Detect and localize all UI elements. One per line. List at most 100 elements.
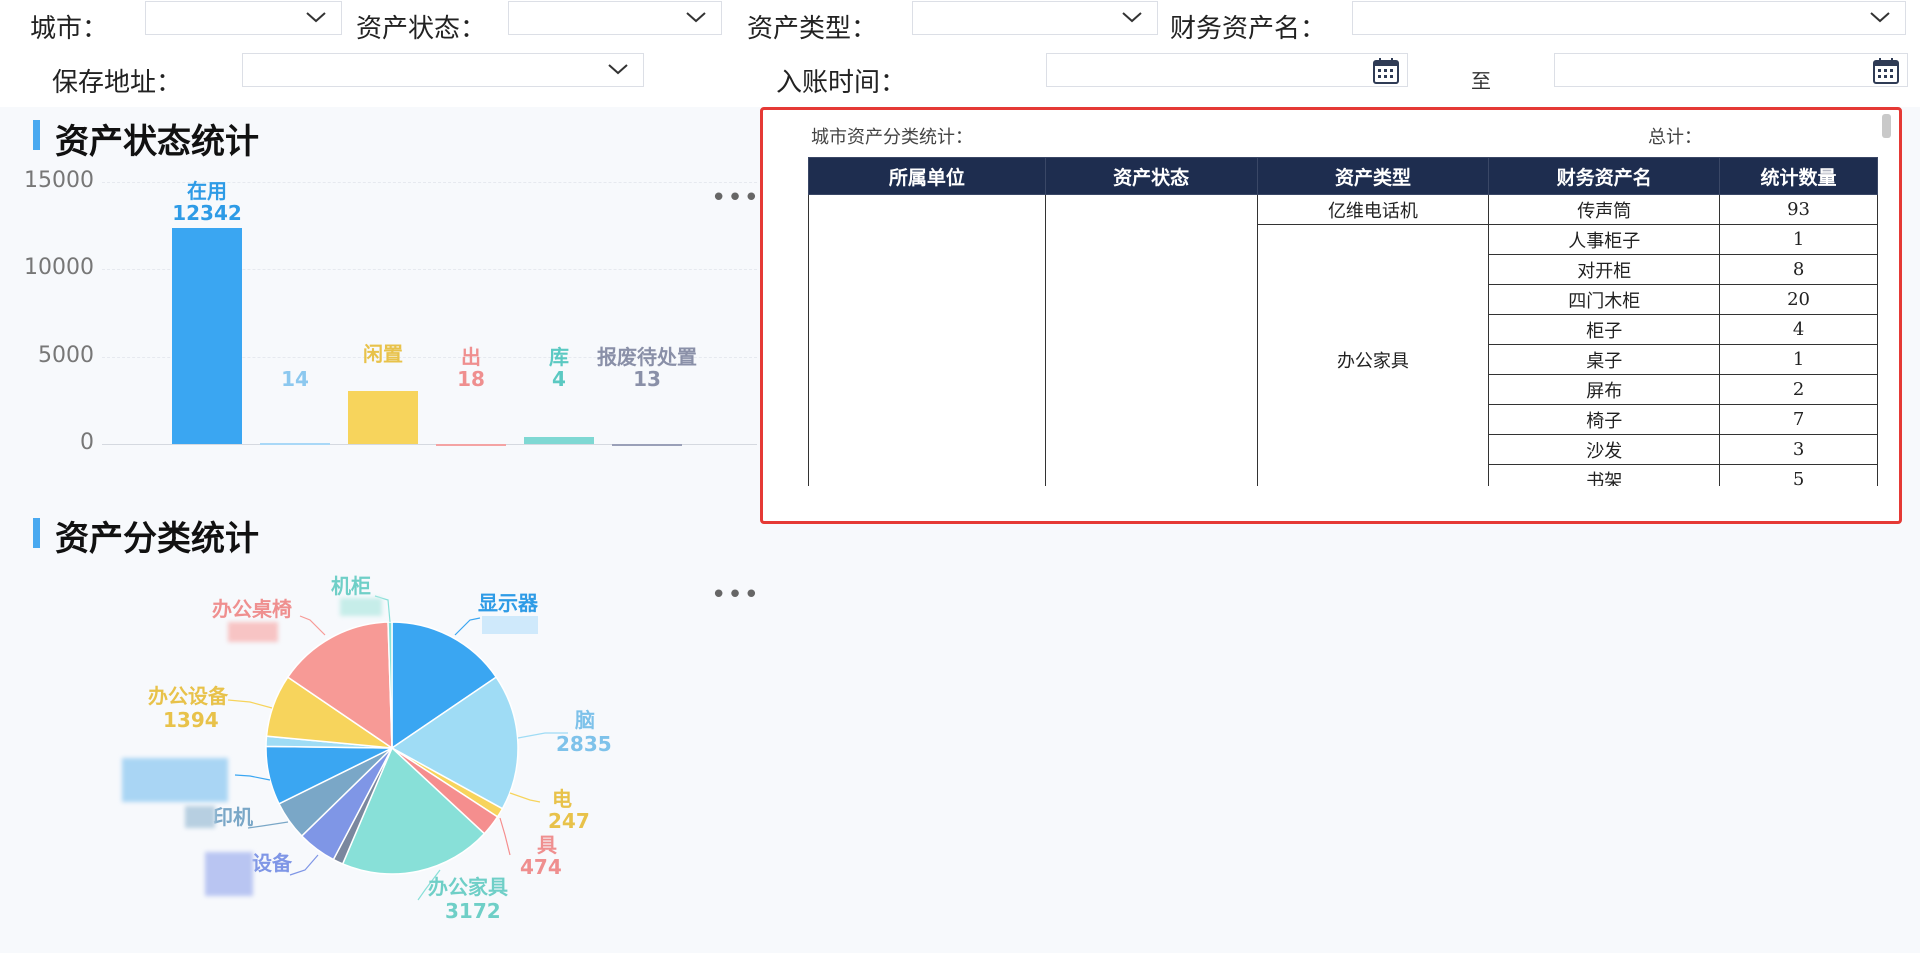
count-cell: 7	[1719, 404, 1878, 435]
total-label: 总计：	[1648, 127, 1702, 148]
finance-name-cell: 椅子	[1488, 404, 1721, 435]
pie-value-monitor	[482, 616, 538, 634]
to-label: 至	[1471, 69, 1491, 93]
pie-value-office-furniture: 3172	[445, 899, 501, 923]
header-finance-name[interactable]: 财务资产名	[1488, 157, 1721, 195]
finance-name-cell: 沙发	[1488, 434, 1721, 465]
table-header-row: 所属单位 资产状态 资产类型 财务资产名 统计数量	[808, 157, 1878, 195]
asset-category-table-panel: 城市资产分类统计： 总计： 所属单位 资产状态 资产类型 财务资产名 统计数量	[760, 107, 1902, 524]
pie-label-blurred	[205, 852, 253, 896]
chevron-down-icon	[306, 12, 326, 23]
category-pie-chart	[227, 595, 568, 901]
pie-label-tool: 具	[537, 833, 557, 857]
header-unit[interactable]: 所属单位	[808, 157, 1046, 195]
pie-label-printer: 印机	[213, 805, 253, 829]
pie-label-appliance: 电	[552, 787, 572, 811]
header-count[interactable]: 统计数量	[1719, 157, 1878, 195]
pie-leader-line	[299, 615, 326, 636]
pie-leader-line	[234, 774, 271, 781]
pie-label-office-desk: 办公桌椅	[212, 597, 292, 621]
storage-label: 保存地址：	[52, 68, 183, 98]
city-label: 城市：	[30, 14, 109, 44]
finance-name-cell: 四门木柜	[1488, 284, 1721, 315]
table-scroll-area[interactable]: 所属单位 资产状态 资产类型 财务资产名 统计数量 亿维电话机 传声筒 93 办…	[808, 157, 1878, 486]
pie-label-cabinet: 机柜	[331, 574, 371, 598]
count-cell: 5	[1719, 464, 1878, 486]
chevron-down-icon	[686, 12, 706, 23]
count-cell: 4	[1719, 314, 1878, 345]
type-cell: 办公家具	[1256, 224, 1490, 486]
finance-name-cell: 柜子	[1488, 314, 1721, 345]
asset-type-select[interactable]	[912, 1, 1158, 35]
pie-label-monitor: 显示器	[478, 591, 538, 615]
status-bar[interactable]	[524, 436, 594, 444]
status-bar[interactable]	[260, 443, 330, 446]
count-cell: 93	[1719, 194, 1878, 225]
finance-name-cell: 桌子	[1488, 344, 1721, 375]
status-section-title: 资产状态统计	[55, 122, 259, 162]
calendar-icon[interactable]	[1871, 56, 1901, 86]
pie-leader-line	[509, 792, 541, 803]
finance-name-cell: 对开柜	[1488, 254, 1721, 285]
pie-label-office-equipment: 办公设备	[148, 684, 228, 708]
y-tick-label: 5000	[38, 342, 94, 368]
count-cell: 2	[1719, 374, 1878, 405]
chevron-down-icon	[1122, 12, 1142, 23]
city-select[interactable]	[145, 1, 342, 35]
pie-leader-line	[289, 854, 319, 876]
finance-name-cell: 传声筒	[1488, 194, 1721, 225]
pie-label-blurred	[185, 806, 215, 828]
y-tick-label: 10000	[24, 255, 94, 281]
pie-label-equipment: 设备	[252, 851, 292, 875]
pie-leader-line	[499, 817, 511, 856]
category-section-title: 资产分类统计	[55, 519, 259, 559]
chevron-down-icon	[1870, 12, 1890, 23]
status-bar[interactable]	[612, 443, 682, 446]
pie-value-office-equipment: 1394	[163, 708, 219, 732]
chevron-down-icon	[608, 64, 628, 75]
count-cell: 8	[1719, 254, 1878, 285]
status-bar[interactable]	[172, 228, 242, 444]
pie-value-computer: 2835	[556, 732, 612, 756]
count-cell: 20	[1719, 284, 1878, 315]
entry-end-date-input[interactable]	[1554, 53, 1908, 87]
status-more-icon[interactable]: •••	[711, 183, 760, 213]
status-cell	[1044, 194, 1258, 486]
bar-value-label: 12342	[172, 201, 242, 226]
entry-start-date-input[interactable]	[1046, 53, 1408, 87]
entry-time-label: 入账时间：	[776, 68, 907, 98]
count-cell: 3	[1719, 434, 1878, 465]
status-bar[interactable]	[348, 391, 418, 444]
pie-value-appliance: 247	[548, 809, 590, 833]
pie-leader-line	[454, 617, 481, 636]
count-cell: 1	[1719, 224, 1878, 255]
table-scrollbar[interactable]	[1882, 114, 1891, 138]
y-tick-label: 0	[80, 430, 94, 455]
asset-status-label: 资产状态：	[356, 14, 487, 44]
asset-status-select[interactable]	[508, 1, 722, 35]
bar-value-label: 14	[281, 367, 309, 391]
pie-value-tool: 474	[520, 855, 562, 879]
type-cell: 亿维电话机	[1256, 194, 1490, 225]
pie-leader-line	[247, 821, 289, 829]
pie-label-blurred	[228, 622, 278, 642]
unit-cell	[808, 194, 1046, 486]
pie-label-blurred	[122, 758, 228, 802]
section-marker	[33, 120, 40, 150]
count-cell: 1	[1719, 344, 1878, 375]
finance-name-select[interactable]	[1352, 1, 1906, 35]
pie-leader-line	[227, 699, 273, 709]
status-bar[interactable]	[436, 443, 506, 446]
finance-name-label: 财务资产名：	[1170, 14, 1327, 44]
header-type[interactable]: 资产类型	[1256, 157, 1490, 195]
calendar-icon[interactable]	[1371, 56, 1401, 86]
bar-category-label: 报废待处置	[597, 345, 697, 369]
pie-label-office-furniture: 办公家具	[428, 875, 508, 899]
y-tick-label: 15000	[24, 168, 94, 193]
pie-label-computer: 脑	[575, 708, 595, 732]
storage-select[interactable]	[242, 53, 644, 87]
header-status[interactable]: 资产状态	[1044, 157, 1258, 195]
table-caption: 城市资产分类统计：	[811, 127, 973, 148]
bar-value-label: 13	[633, 367, 661, 391]
pie-label-blurred	[340, 598, 382, 616]
